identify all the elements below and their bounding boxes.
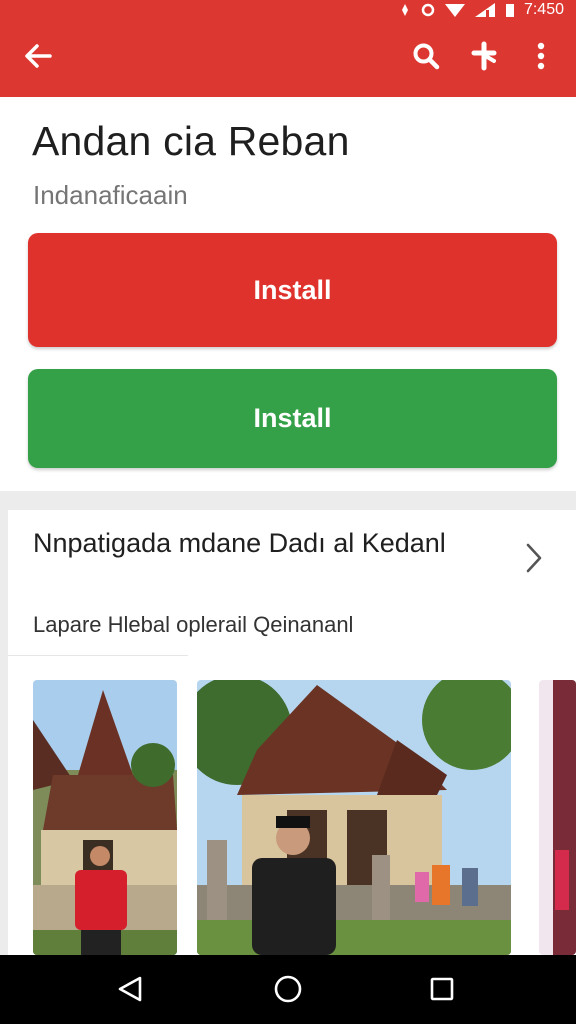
app-subtitle: Indanaficaain [33, 180, 188, 210]
signal-icon [401, 4, 408, 16]
install-button-secondary[interactable]: Install [28, 369, 557, 468]
nav-recents-icon [430, 977, 454, 1001]
search-icon [413, 43, 440, 70]
temple-photo-image [33, 680, 177, 955]
nav-back-icon [118, 976, 142, 1002]
sync-icon [421, 3, 435, 17]
screenshot-thumbnail[interactable] [539, 680, 576, 955]
install-button-primary[interactable]: Install [28, 233, 557, 347]
battery-icon [505, 4, 514, 17]
more-options-button[interactable] [525, 40, 557, 72]
arrow-back-icon [25, 44, 52, 68]
screenshot-thumbnail[interactable] [33, 680, 177, 955]
search-button[interactable] [410, 40, 442, 72]
section-title[interactable]: Nnpatigada mdane Dadı al Kedanl [33, 528, 473, 559]
cell-signal-icon [474, 3, 495, 17]
chevron-right-icon [526, 543, 542, 573]
back-button[interactable] [22, 40, 54, 72]
temple-photo-image [197, 680, 511, 955]
app-title: Andan cia Reban [32, 118, 350, 164]
system-navigation-bar [0, 955, 576, 1024]
section-subtitle: Lapare Hlebal oplerail Qeinananl [33, 612, 354, 637]
more-vert-icon [537, 42, 545, 70]
app-bar: 7:450 [0, 0, 576, 97]
section-divider [8, 655, 188, 656]
status-time: 7:450 [523, 1, 564, 18]
nav-back-button[interactable] [113, 972, 147, 1006]
nav-home-button[interactable] [271, 972, 305, 1006]
nav-recents-button[interactable] [425, 972, 459, 1006]
status-bar: 7:450 [398, 0, 564, 20]
section-expand-button[interactable] [518, 540, 550, 576]
pin-button[interactable] [468, 40, 500, 72]
pin-icon [471, 41, 497, 71]
temple-photo-image [539, 680, 576, 955]
wifi-icon [444, 4, 465, 17]
nav-home-icon [274, 975, 302, 1003]
screenshot-thumbnail[interactable] [197, 680, 511, 955]
